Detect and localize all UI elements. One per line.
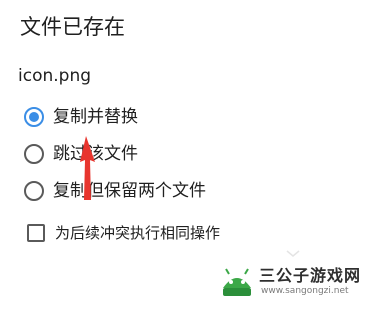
watermark: 三公子游戏网 www.sangongzi.net	[217, 260, 360, 304]
chevron-down-icon	[286, 250, 300, 257]
checkbox-label: 为后续冲突执行相同操作	[55, 224, 221, 242]
apply-to-all-checkbox-row[interactable]: 为后续冲突执行相同操作	[27, 221, 220, 245]
radio-unchecked-icon[interactable]	[24, 144, 44, 164]
radio-unchecked-icon[interactable]	[24, 181, 44, 201]
dialog-title: 文件已存在	[20, 15, 125, 39]
file-name: icon.png	[18, 66, 92, 86]
option-label: 复制并替换	[53, 107, 138, 127]
radio-checked-icon[interactable]	[24, 107, 44, 127]
option-copy-keep-both[interactable]: 复制但保留两个文件	[24, 178, 206, 204]
android-logo-icon	[223, 268, 251, 296]
option-label: 跳过该文件	[53, 144, 138, 164]
option-copy-and-replace[interactable]: 复制并替换	[24, 104, 138, 130]
watermark-url: www.sangongzi.net	[261, 286, 349, 296]
checkbox-unchecked-icon[interactable]	[27, 224, 45, 242]
option-label: 复制但保留两个文件	[53, 181, 206, 201]
watermark-text: 三公子游戏网	[259, 266, 362, 285]
option-skip-file[interactable]: 跳过该文件	[24, 141, 138, 167]
